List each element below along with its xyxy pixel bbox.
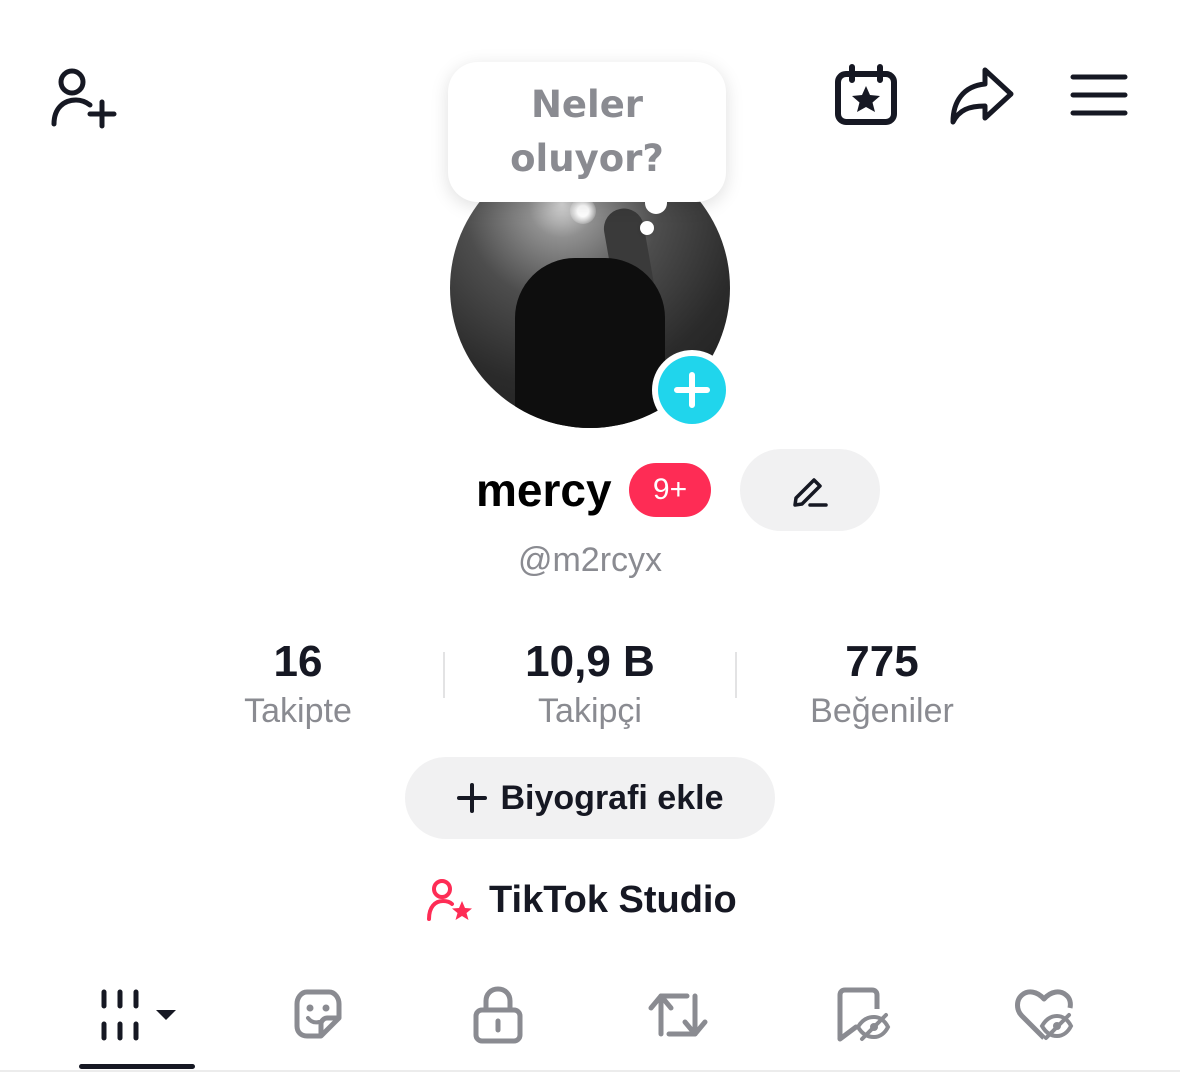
bookmark-hidden-icon bbox=[837, 987, 891, 1042]
stat-likes-label: Beğeniler bbox=[810, 692, 954, 730]
stat-followers-label: Takipçi bbox=[538, 692, 642, 730]
pencil-icon bbox=[793, 478, 828, 507]
stat-followers[interactable]: 10,9 B Takipçi bbox=[460, 636, 720, 734]
add-bio-label: Biyografi ekle bbox=[500, 778, 724, 817]
menu-button[interactable] bbox=[1066, 66, 1132, 124]
tiktok-studio-label: TikTok Studio bbox=[489, 878, 737, 921]
add-bio-button[interactable]: Biyografi ekle bbox=[405, 757, 775, 839]
lock-icon bbox=[473, 986, 523, 1044]
plus-icon bbox=[456, 783, 487, 813]
share-icon bbox=[950, 67, 1014, 125]
stat-following[interactable]: 16 Takipte bbox=[168, 636, 428, 734]
creator-star-icon bbox=[427, 879, 472, 921]
tabs-divider bbox=[0, 1070, 1180, 1072]
bubble-tail-dot bbox=[640, 221, 654, 235]
add-story-circle bbox=[658, 356, 726, 424]
plus-icon bbox=[674, 372, 710, 408]
tab-videos[interactable] bbox=[80, 975, 200, 1055]
share-profile-button[interactable] bbox=[944, 60, 1020, 130]
videos-grid-icon bbox=[101, 989, 176, 1041]
add-friend-button[interactable] bbox=[40, 58, 124, 134]
tab-reposts[interactable] bbox=[618, 975, 738, 1055]
edit-profile-button[interactable] bbox=[740, 449, 880, 531]
stat-divider bbox=[443, 652, 445, 698]
tab-stickers[interactable] bbox=[258, 975, 378, 1055]
stat-following-value: 16 bbox=[273, 637, 323, 686]
liked-hidden-icon bbox=[1015, 989, 1074, 1040]
stat-likes[interactable]: 775 Beğeniler bbox=[752, 636, 1012, 734]
tab-saved[interactable] bbox=[802, 975, 922, 1055]
repost-icon bbox=[648, 993, 708, 1037]
status-bubble-text: Neler oluyor? bbox=[510, 83, 664, 180]
calendar-star-icon bbox=[835, 64, 897, 125]
tab-liked[interactable] bbox=[984, 975, 1104, 1055]
profile-handle: @m2rcyx bbox=[517, 541, 663, 579]
calendar-button[interactable] bbox=[830, 60, 902, 130]
profile-name: mercy bbox=[476, 464, 612, 516]
menu-icon bbox=[1070, 74, 1128, 116]
notification-badge[interactable]: 9+ bbox=[629, 463, 711, 517]
add-friend-icon bbox=[51, 68, 117, 129]
sticker-icon bbox=[294, 989, 342, 1039]
tab-private[interactable] bbox=[438, 975, 558, 1055]
active-tab-indicator bbox=[79, 1064, 195, 1069]
stat-following-label: Takipte bbox=[244, 692, 352, 730]
stat-followers-value: 10,9 B bbox=[525, 637, 655, 686]
stat-likes-value: 775 bbox=[845, 637, 919, 686]
avatar-photo-body bbox=[515, 258, 665, 428]
stat-divider bbox=[735, 652, 737, 698]
status-bubble[interactable]: Neler oluyor? bbox=[448, 62, 726, 202]
add-story-button[interactable] bbox=[652, 350, 732, 430]
tiktok-studio-link[interactable]: TikTok Studio bbox=[425, 872, 737, 928]
